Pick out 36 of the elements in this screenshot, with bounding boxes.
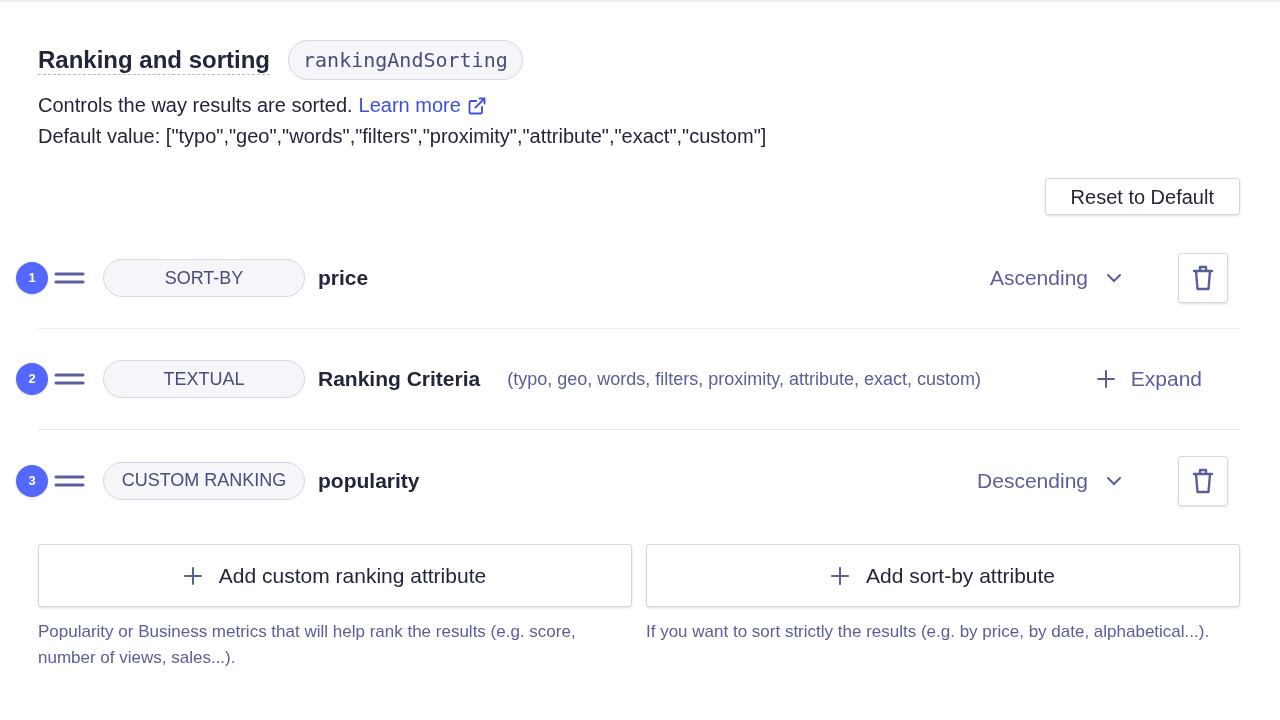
default-value-text: Default value: ["typo","geo","words","filters","proximity","attribute","exact","custom"] — [38, 124, 768, 149]
external-link-icon — [466, 95, 487, 116]
chevron-down-icon — [1106, 475, 1122, 486]
delete-button[interactable] — [1178, 455, 1228, 506]
criterion-name: Ranking Criteria — [318, 366, 481, 393]
order-dropdown[interactable]: Descending — [977, 464, 1122, 497]
learn-more-link[interactable]: Learn more — [358, 90, 487, 121]
criterion-name: price — [318, 265, 369, 292]
drag-handle-icon[interactable] — [54, 474, 85, 487]
chevron-down-icon — [1106, 273, 1122, 283]
trash-icon — [1192, 265, 1214, 291]
drag-handle-icon[interactable] — [54, 373, 85, 385]
plus-icon — [183, 566, 202, 585]
criterion-tag: SORT-BY — [103, 259, 305, 297]
position-badge: 1 — [16, 262, 48, 294]
add-attribute-button[interactable]: Add custom ranking attribute — [38, 544, 632, 607]
order-dropdown[interactable]: Ascending — [989, 262, 1122, 294]
setting-key: rankingAndSorting — [288, 40, 523, 80]
expand-button[interactable]: Expand — [1096, 363, 1202, 395]
section-title: Ranking and sorting — [38, 45, 270, 75]
criterion-tag: TEXTUAL — [103, 360, 305, 398]
add-attribute-button[interactable]: Add sort-by attribute — [646, 544, 1240, 607]
trash-icon — [1192, 467, 1214, 494]
position-badge: 3 — [16, 464, 48, 497]
criteria-list: (typo, geo, words, filters, proximity, attribute, exact, custom) — [507, 366, 1008, 392]
description: Controls the way results are sorted. — [38, 93, 353, 118]
position-badge: 2 — [16, 363, 48, 395]
criterion-tag: CUSTOM RANKING — [103, 461, 305, 500]
reset-button[interactable]: Reset to Default — [1044, 178, 1240, 215]
plus-icon — [1096, 370, 1115, 388]
criterion-name: popularity — [318, 467, 420, 494]
help-text: If you want to sort strictly the results (e.g. by price, by date, alphabetical...). — [646, 621, 1211, 643]
delete-button[interactable] — [1178, 253, 1228, 303]
help-text: Popularity or Business metrics that will help rank the results (e.g. score, number of views, sales...). — [38, 621, 577, 669]
plus-icon — [830, 566, 849, 585]
drag-handle-icon[interactable] — [54, 272, 85, 284]
